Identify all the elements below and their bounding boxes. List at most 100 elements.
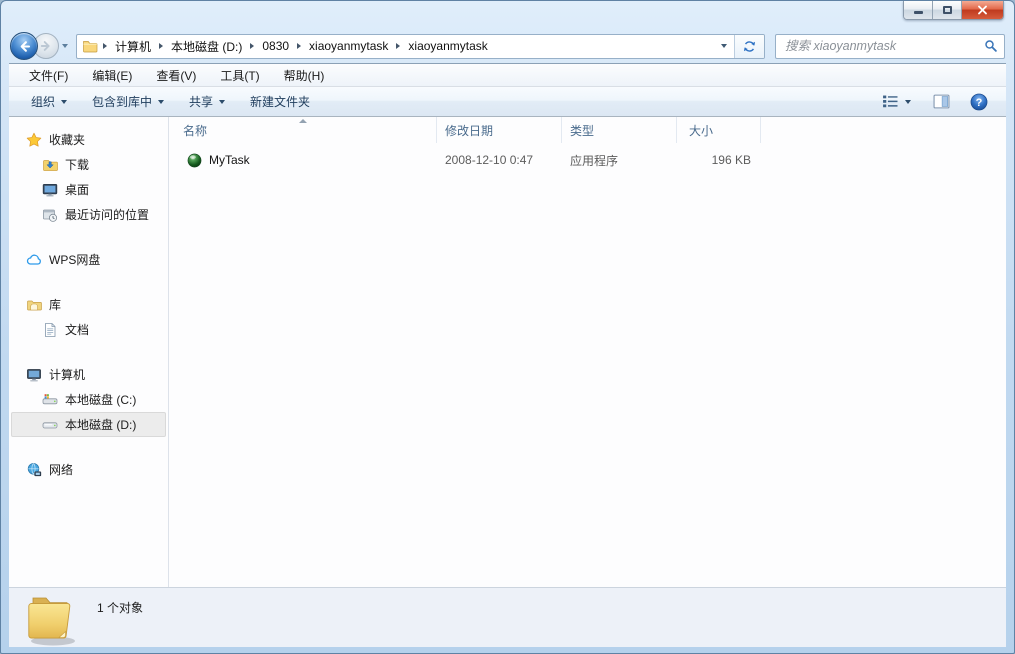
column-label: 名称 — [183, 123, 208, 138]
libraries-icon — [26, 297, 42, 313]
menu-help[interactable]: 帮助(H) — [272, 64, 337, 86]
chevron-down-icon — [721, 44, 727, 48]
close-button[interactable] — [962, 1, 1003, 19]
column-header-type[interactable]: 类型 — [562, 117, 677, 143]
sidebar-group-network[interactable]: 网络 — [9, 457, 168, 482]
drive-c-icon — [42, 392, 58, 408]
refresh-button[interactable] — [734, 34, 764, 58]
title-bar[interactable] — [1, 1, 1014, 29]
file-list: 名称 修改日期 类型 大小 MyTask 2008-12-10 0:47 应用程… — [169, 117, 1006, 587]
sidebar-item-label: 桌面 — [65, 183, 90, 197]
navigation-pane: 收藏夹 下载 桌面 最近访问的位置 WPS网盘 库 文档 计算机 本地磁盘 (C… — [9, 117, 169, 587]
preview-pane-button[interactable] — [927, 90, 956, 114]
sidebar-group-wps-cloud[interactable]: WPS网盘 — [9, 247, 168, 272]
column-label: 大小 — [689, 123, 714, 138]
column-header-size[interactable]: 大小 — [677, 117, 761, 143]
breadcrumb-separator-icon — [250, 43, 255, 49]
sidebar-group-label: 网络 — [49, 463, 74, 477]
command-toolbar: 组织 包含到库中 共享 新建文件夹 ? — [9, 87, 1006, 117]
search-icon — [978, 39, 1004, 53]
downloads-icon — [42, 157, 58, 173]
breadcrumb-separator-icon — [396, 43, 401, 49]
sidebar-item-label: 文档 — [65, 323, 90, 337]
sidebar-group-label: 计算机 — [49, 368, 86, 382]
sidebar-item-drive-d[interactable]: 本地磁盘 (D:) — [11, 412, 166, 437]
breadcrumb-separator-icon — [103, 43, 107, 49]
breadcrumb-item-xiaoyanmytask[interactable]: xiaoyanmytask — [303, 35, 394, 58]
recent-pages-dropdown-button[interactable] — [62, 44, 68, 48]
menu-view[interactable]: 查看(V) — [144, 64, 208, 86]
chevron-down-icon — [62, 44, 68, 48]
back-button[interactable] — [10, 32, 38, 60]
computer-icon — [26, 367, 42, 383]
file-type: 应用程序 — [570, 153, 619, 168]
column-header-name[interactable]: 名称 — [169, 117, 437, 143]
menu-file[interactable]: 文件(F) — [17, 64, 80, 86]
file-date-modified: 2008-12-10 0:47 — [445, 153, 534, 167]
sidebar-item-label: 本地磁盘 (C:) — [65, 393, 137, 407]
sidebar-item-label: 本地磁盘 (D:) — [65, 418, 137, 432]
drive-d-icon — [42, 417, 58, 433]
file-name: MyTask — [209, 153, 250, 167]
menu-bar: 文件(F) 编辑(E) 查看(V) 工具(T) 帮助(H) — [9, 63, 1006, 87]
sidebar-item-recent-places[interactable]: 最近访问的位置 — [9, 202, 168, 227]
breadcrumb-item-drive-d[interactable]: 本地磁盘 (D:) — [165, 35, 248, 58]
preview-pane-icon — [933, 94, 950, 109]
network-icon — [26, 462, 42, 478]
new-folder-button[interactable]: 新建文件夹 — [240, 90, 320, 114]
window-controls — [903, 1, 1004, 20]
menu-tools[interactable]: 工具(T) — [208, 64, 271, 86]
address-bar[interactable]: 计算机 本地磁盘 (D:) 0830 xiaoyanmytask xiaoyan… — [76, 33, 765, 59]
breadcrumb-item-computer[interactable]: 计算机 — [109, 35, 157, 58]
address-history-dropdown-button[interactable] — [714, 35, 734, 58]
column-headers: 名称 修改日期 类型 大小 — [169, 117, 1006, 143]
include-in-library-button[interactable]: 包含到库中 — [82, 90, 174, 114]
sidebar-item-documents[interactable]: 文档 — [9, 317, 168, 342]
svg-text:?: ? — [976, 97, 983, 109]
recent-places-icon — [42, 207, 58, 223]
chevron-down-icon — [905, 99, 911, 104]
sidebar-group-computer[interactable]: 计算机 — [9, 362, 168, 387]
document-icon — [42, 322, 58, 338]
breadcrumb-item-xiaoyanmytask-current[interactable]: xiaoyanmytask — [402, 35, 493, 58]
file-size: 196 KB — [711, 153, 751, 167]
minimize-button[interactable] — [904, 1, 933, 19]
sidebar-group-label: WPS网盘 — [49, 253, 101, 267]
sidebar-group-libraries[interactable]: 库 — [9, 292, 168, 317]
maximize-button[interactable] — [933, 1, 962, 19]
search-input[interactable] — [776, 39, 978, 53]
chevron-down-icon — [61, 99, 68, 104]
content-area: 收藏夹 下载 桌面 最近访问的位置 WPS网盘 库 文档 计算机 本地磁盘 (C… — [9, 117, 1006, 587]
breadcrumb-separator-icon — [297, 43, 302, 49]
star-icon — [26, 132, 42, 148]
status-bar: 1 个对象 — [9, 587, 1006, 647]
column-label: 修改日期 — [445, 123, 494, 138]
minimize-icon — [913, 11, 923, 14]
breadcrumb-separator-icon — [159, 43, 164, 49]
share-button[interactable]: 共享 — [179, 90, 235, 114]
sidebar-group-favorites[interactable]: 收藏夹 — [9, 127, 168, 152]
organize-button[interactable]: 组织 — [21, 90, 77, 114]
help-button[interactable]: ? — [964, 90, 994, 114]
change-view-button[interactable] — [876, 90, 917, 114]
close-icon — [978, 5, 987, 15]
navigation-bar: 计算机 本地磁盘 (D:) 0830 xiaoyanmytask xiaoyan… — [1, 29, 1014, 63]
refresh-icon — [743, 40, 756, 52]
sidebar-item-label: 最近访问的位置 — [65, 208, 150, 222]
sidebar-item-drive-c[interactable]: 本地磁盘 (C:) — [9, 387, 168, 412]
column-header-date-modified[interactable]: 修改日期 — [437, 117, 562, 143]
maximize-icon — [942, 6, 952, 14]
sidebar-item-downloads[interactable]: 下载 — [9, 152, 168, 177]
share-label: 共享 — [189, 95, 214, 109]
explorer-window: 计算机 本地磁盘 (D:) 0830 xiaoyanmytask xiaoyan… — [0, 0, 1015, 654]
file-row-mytask[interactable]: MyTask 2008-12-10 0:47 应用程序 196 KB — [169, 147, 1006, 173]
sidebar-item-desktop[interactable]: 桌面 — [9, 177, 168, 202]
desktop-icon — [42, 182, 58, 198]
sidebar-group-label: 库 — [49, 298, 62, 312]
chevron-down-icon — [158, 99, 165, 104]
back-arrow-icon — [20, 40, 30, 52]
organize-label: 组织 — [31, 95, 56, 109]
search-box — [775, 33, 1005, 59]
menu-edit[interactable]: 编辑(E) — [80, 64, 144, 86]
breadcrumb-item-0830[interactable]: 0830 — [256, 35, 295, 58]
